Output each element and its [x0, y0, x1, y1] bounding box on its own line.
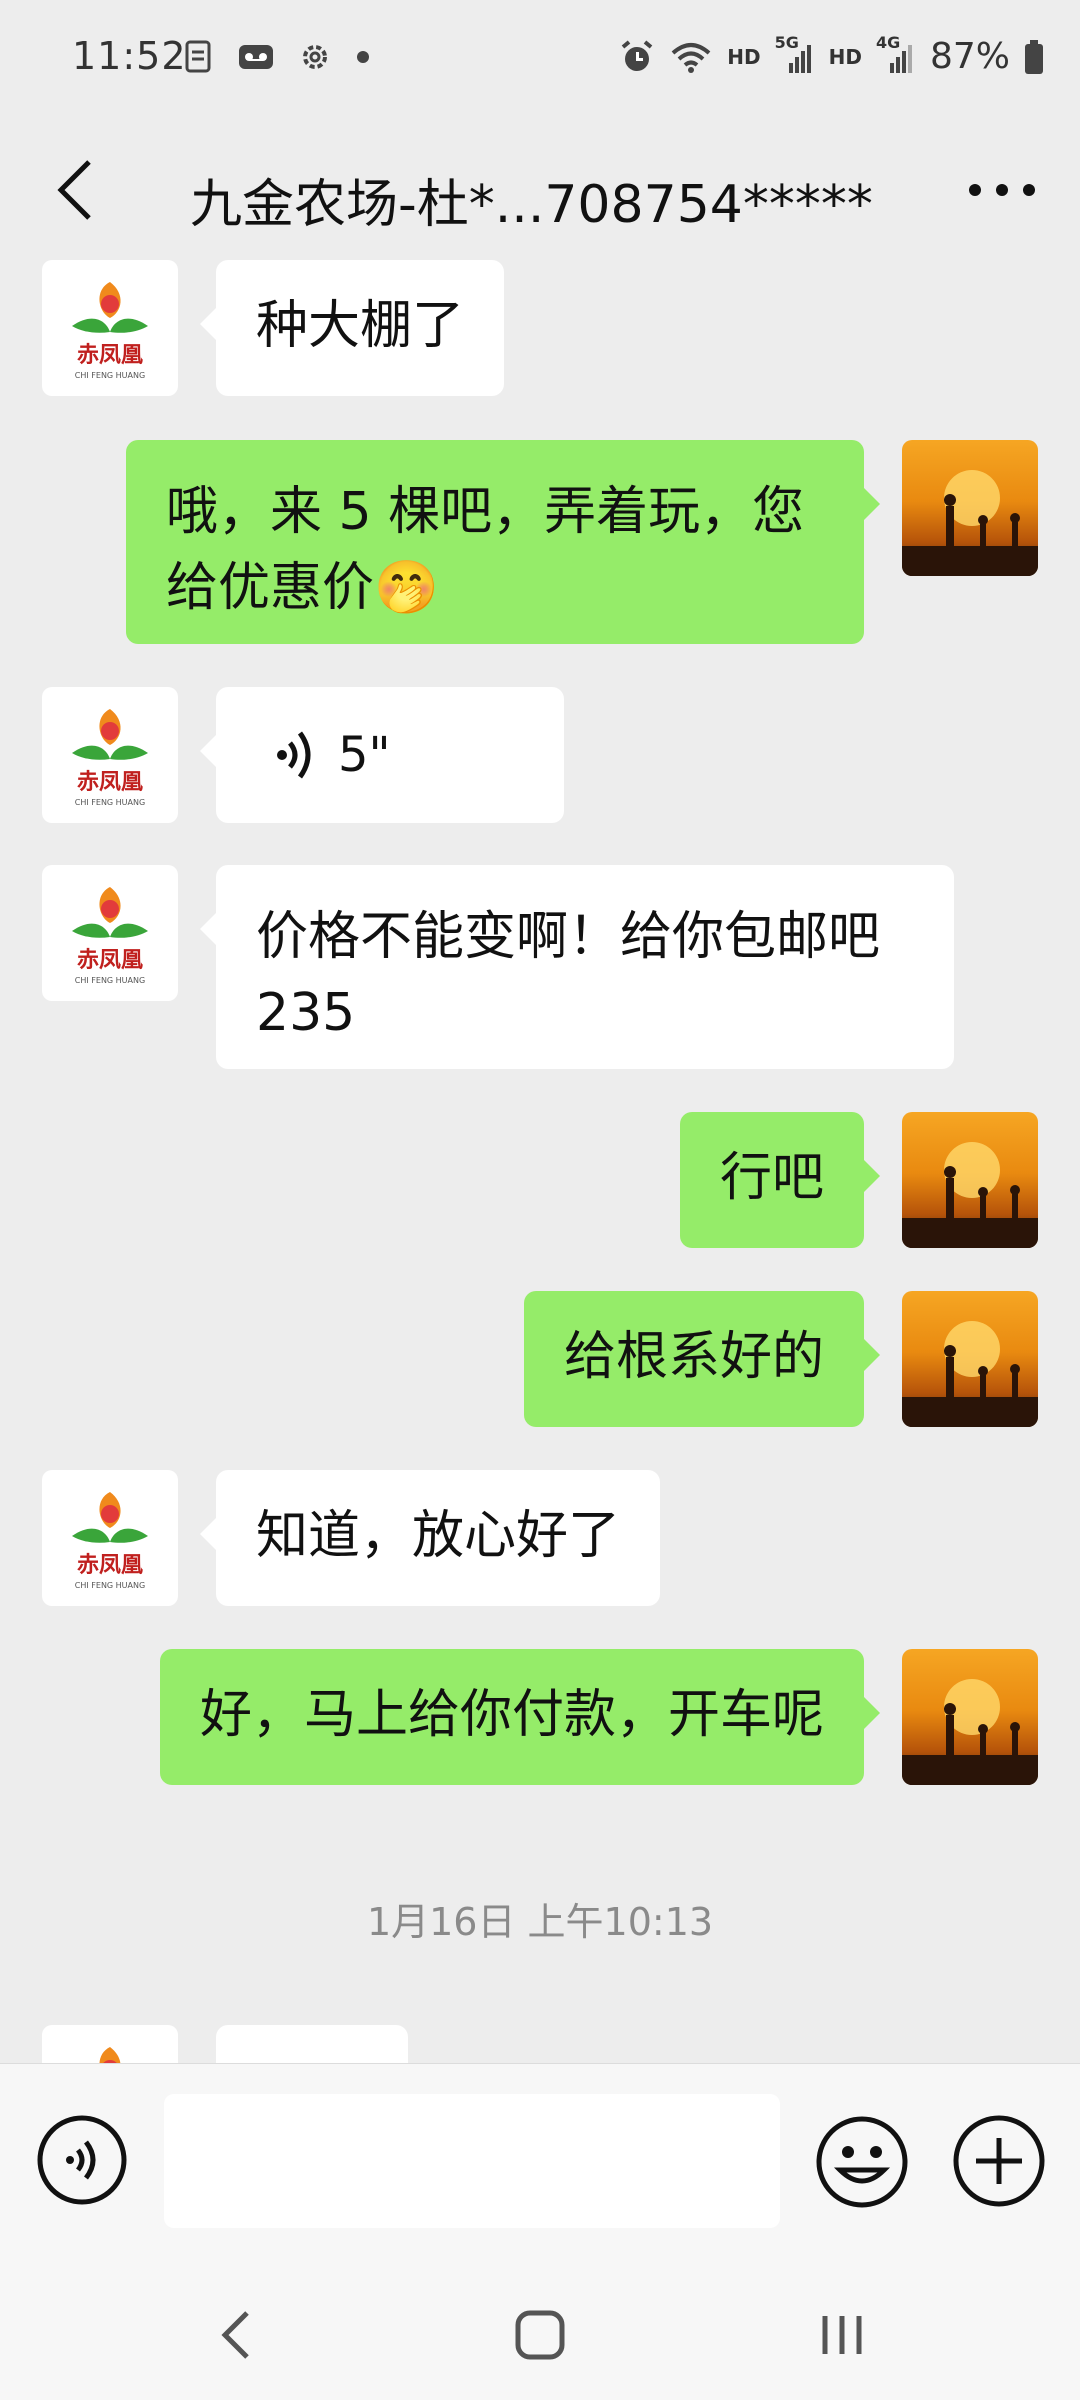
sunset-silhouette-photo: [902, 1321, 1038, 1427]
notification-dot-icon: [357, 51, 369, 63]
wifi-icon: [671, 42, 711, 73]
message-text-line: 价格不能变啊！给你包邮吧: [256, 907, 881, 967]
nav-back-button[interactable]: [196, 2300, 276, 2370]
contact-avatar[interactable]: 赤凤凰 CHI FENG HUANG: [42, 1470, 178, 1606]
svg-text:赤凤凰: 赤凤凰: [77, 770, 143, 795]
chifenghuang-logo-icon: 赤凤凰 CHI FENG HUANG: [72, 282, 148, 380]
input-bar: [0, 2063, 1080, 2260]
message-bubble-outgoing[interactable]: 行吧: [679, 1112, 881, 1248]
plus-circle-icon: [953, 2115, 1045, 2207]
my-avatar[interactable]: [902, 440, 1038, 576]
home-square-icon: [515, 2310, 565, 2360]
battery-icon: [1025, 39, 1043, 74]
smiley-icon: [816, 2116, 908, 2208]
message-text: 知道，放心好了: [256, 1506, 621, 1566]
signal-5g-icon: 5G: [775, 33, 815, 75]
more-options-button[interactable]: [952, 150, 1052, 230]
voice-playback-icon: [277, 731, 311, 779]
chifenghuang-logo-icon: 赤凤凰 CHI FENG HUANG: [72, 887, 148, 985]
chat-timestamp: 1月16日 上午10:13: [366, 1900, 714, 1944]
chifenghuang-logo-icon: [99, 2047, 121, 2063]
chifenghuang-logo-icon: 赤凤凰 CHI FENG HUANG: [72, 1492, 148, 1590]
message-text: 好，马上给你付款，开车呢: [199, 1685, 824, 1745]
svg-text:CHI FENG HUANG: CHI FENG HUANG: [75, 371, 145, 380]
settings-gear-icon: [303, 45, 327, 69]
message-bubble-outgoing[interactable]: 给根系好的: [523, 1291, 881, 1427]
contact-avatar[interactable]: 赤凤凰 CHI FENG HUANG: [42, 260, 178, 396]
sunset-silhouette-photo: [902, 470, 1038, 576]
nav-home-button[interactable]: [500, 2300, 580, 2370]
message-text-line: 哦，来 5 棵吧，弄着玩，您: [166, 482, 805, 542]
message-text-line: 235: [256, 983, 356, 1043]
svg-text:赤凤凰: 赤凤凰: [77, 948, 143, 973]
message-bubble-incoming[interactable]: 种大棚了: [199, 260, 505, 396]
chevron-left-icon: [57, 160, 91, 220]
sunset-silhouette-photo: [902, 1679, 1038, 1785]
message-text: 种大棚了: [256, 296, 465, 356]
nav-recents-button[interactable]: [802, 2300, 882, 2370]
signal-4g-icon: 4G: [876, 33, 916, 75]
voice-message-bubble[interactable]: 5": [200, 687, 564, 823]
svg-text:CHI FENG HUANG: CHI FENG HUANG: [75, 1581, 145, 1590]
emoji-button[interactable]: [814, 2114, 910, 2210]
message-text-line: 给优惠价🤭: [166, 558, 439, 618]
contact-avatar[interactable]: 赤凤凰 CHI FENG HUANG: [42, 865, 178, 1001]
network-label-hd-2: HD: [828, 44, 862, 69]
status-bar: 11:52 HD 5G HD 4G 87%: [0, 0, 1080, 120]
message-input[interactable]: [164, 2094, 780, 2228]
recents-icon: [822, 2316, 862, 2354]
system-nav-bar: [0, 2260, 1080, 2400]
chat-title: 九金农场-杜*...708754*****: [190, 175, 873, 235]
status-time: 11:52: [72, 34, 187, 78]
message-text: 给根系好的: [563, 1327, 824, 1387]
sunset-silhouette-photo: [902, 1142, 1038, 1248]
voice-input-button[interactable]: [36, 2114, 128, 2206]
message-bubble-incoming[interactable]: 价格不能变啊！给你包邮吧 235: [200, 865, 954, 1069]
svg-text:CHI FENG HUANG: CHI FENG HUANG: [75, 976, 145, 985]
voice-icon: [37, 2115, 127, 2205]
message-bubble-outgoing[interactable]: 好，马上给你付款，开车呢: [159, 1649, 881, 1785]
my-avatar[interactable]: [902, 1291, 1038, 1427]
chevron-left-icon: [221, 2311, 249, 2359]
svg-text:赤凤凰: 赤凤凰: [77, 1553, 143, 1578]
more-dots-icon: [969, 184, 1035, 196]
more-functions-button[interactable]: [952, 2114, 1046, 2208]
voice-duration: 5": [338, 727, 391, 783]
alarm-icon: [622, 39, 653, 71]
svg-text:赤凤凰: 赤凤凰: [77, 343, 143, 368]
voicemail-icon: [239, 45, 273, 69]
message-text: 行吧: [719, 1148, 824, 1208]
my-avatar[interactable]: [902, 1112, 1038, 1248]
contact-avatar[interactable]: 赤凤凰 CHI FENG HUANG: [42, 687, 178, 823]
message-list[interactable]: 赤凤凰 CHI FENG HUANG 种大棚了 哦，来 5 棵吧，弄着玩，您 给…: [0, 255, 1080, 2063]
battery-percent: 87%: [929, 36, 1010, 77]
message-bubble-incoming[interactable]: 知道，放心好了: [199, 1470, 661, 1606]
svg-text:CHI FENG HUANG: CHI FENG HUANG: [75, 798, 145, 807]
contact-avatar[interactable]: [42, 2025, 178, 2063]
message-bubble-outgoing[interactable]: 哦，来 5 棵吧，弄着玩，您 给优惠价🤭: [126, 440, 880, 644]
back-button[interactable]: [40, 142, 110, 238]
my-avatar[interactable]: [902, 1649, 1038, 1785]
message-bubble-incoming[interactable]: [216, 2025, 408, 2063]
chat-header: 九金农场-杜*...708754*****: [0, 120, 1080, 260]
network-label-hd-1: HD: [727, 44, 761, 69]
chifenghuang-logo-icon: 赤凤凰 CHI FENG HUANG: [72, 709, 148, 807]
document-icon: [185, 40, 211, 73]
